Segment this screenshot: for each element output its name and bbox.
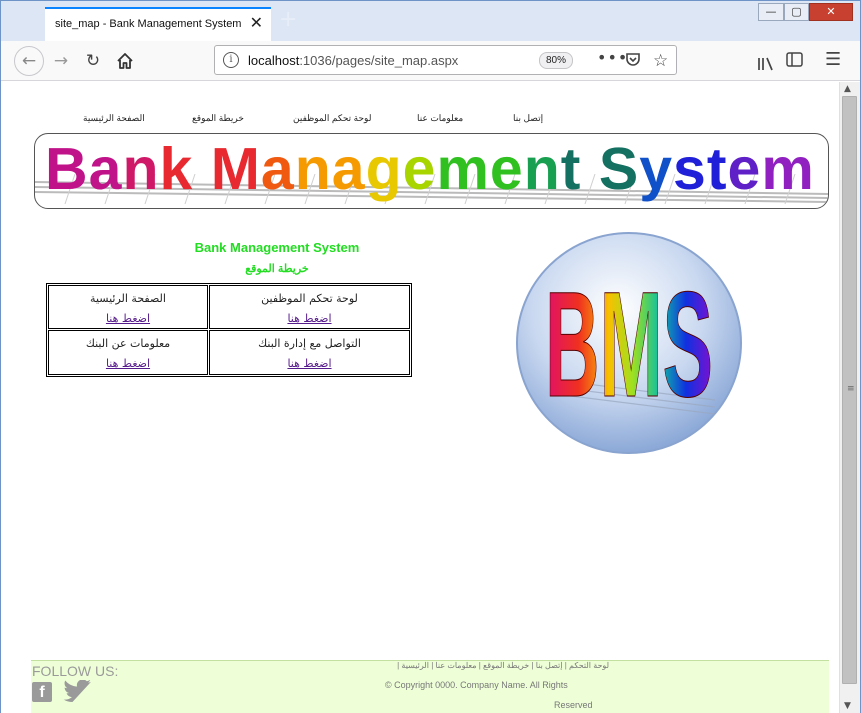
click-here-link[interactable]: اضغط هنا	[210, 357, 409, 370]
cell-label: لوحة تحكم الموظفين	[261, 292, 358, 305]
scroll-down-arrow-icon[interactable]: ▼	[844, 701, 851, 711]
banner-letter: S	[598, 136, 640, 202]
active-tab[interactable]: site_map - Bank Management System ✕	[45, 7, 271, 41]
menu-link-about[interactable]: معلومات عنا	[417, 113, 463, 124]
copyright-text: © Copyright 0000. Company Name. All Righ…	[385, 680, 568, 690]
banner-letter: n	[294, 136, 332, 202]
close-tab-icon[interactable]: ✕	[250, 15, 263, 31]
bms-logo-text: BMS	[545, 260, 713, 428]
url-path: :1036/pages/site_map.aspx	[299, 53, 459, 68]
facebook-icon[interactable]: f	[32, 682, 52, 702]
banner-letter: k	[159, 136, 194, 202]
cell-label: التواصل مع إدارة البنك	[258, 337, 361, 350]
page-footer: FOLLOW US: f لوحة التحكم | إتصل بنا | خر…	[31, 660, 829, 713]
banner-letter: e	[402, 136, 437, 202]
banner-letter: a	[260, 136, 295, 202]
page-title: Bank Management System	[194, 240, 360, 255]
banner-letter: a	[88, 136, 123, 202]
pocket-icon[interactable]	[625, 51, 641, 71]
page-subtitle: خريطة الموقع	[245, 263, 309, 275]
banner-letter: m	[436, 136, 490, 202]
cell-label: معلومات عن البنك	[85, 337, 171, 350]
reload-icon[interactable]: ↻	[81, 49, 105, 73]
banner-letter: s	[673, 136, 707, 202]
scroll-up-arrow-icon[interactable]: ▲	[844, 84, 851, 94]
banner-letter: B	[45, 136, 89, 202]
menu-link-home[interactable]: الصفحة الرئيسية	[83, 113, 145, 124]
banner-title: Bank Management System	[45, 136, 815, 202]
menu-link-dashboard[interactable]: لوحة تحكم الموظفين	[293, 113, 371, 124]
banner-letter: a	[331, 136, 366, 202]
menu-link-site-map[interactable]: خريطة الموقع	[192, 113, 244, 124]
site-map-cell-dashboard: لوحة تحكم الموظفين اضغط هنا	[209, 285, 410, 329]
banner-letter	[193, 136, 210, 202]
scroll-grip-icon: ≡	[847, 384, 855, 394]
info-icon[interactable]: i	[223, 52, 239, 68]
back-arrow-icon[interactable]: ←	[14, 46, 44, 76]
site-banner: Bank Management System	[34, 133, 829, 209]
navigation-toolbar: ← → ↻ i localhost:1036/pages/site_map.as…	[1, 41, 860, 81]
zoom-level-badge[interactable]: 80%	[539, 52, 573, 69]
tab-title: site_map - Bank Management System	[55, 18, 242, 30]
url-host: localhost	[248, 53, 300, 68]
cell-label: الصفحة الرئيسية	[90, 292, 166, 305]
sidebar-icon[interactable]	[786, 52, 803, 71]
bookmark-star-icon[interactable]: ☆	[653, 51, 668, 71]
hamburger-menu-icon[interactable]: ☰	[825, 49, 841, 70]
twitter-icon[interactable]	[63, 680, 93, 704]
close-window-button[interactable]: ✕	[809, 3, 853, 21]
banner-letter: t	[560, 136, 582, 202]
page-content: إتصل بنا معلومات عنا لوحة تحكم الموظفين …	[1, 82, 839, 713]
bms-logo: BMS	[516, 232, 742, 454]
banner-letter: n	[122, 136, 160, 202]
minimize-button[interactable]: —	[758, 3, 784, 21]
site-map-cell-contact: التواصل مع إدارة البنك اضغط هنا	[209, 330, 410, 375]
click-here-link[interactable]: اضغط هنا	[49, 312, 207, 325]
reserved-text: Reserved	[554, 700, 593, 710]
banner-letter: m	[761, 136, 815, 202]
banner-letter: n	[523, 136, 561, 202]
tab-bar: site_map - Bank Management System ✕ + — …	[1, 1, 860, 41]
browser-window: site_map - Bank Management System ✕ + — …	[0, 0, 861, 713]
forward-arrow-icon[interactable]: →	[49, 49, 73, 73]
click-here-link[interactable]: اضغط هنا	[210, 312, 409, 325]
address-bar[interactable]: i localhost:1036/pages/site_map.aspx 80%…	[214, 45, 677, 75]
site-map-table: لوحة تحكم الموظفين اضغط هنا الصفحة الرئي…	[46, 283, 412, 377]
scrollbar-thumb[interactable]: ≡	[842, 96, 857, 684]
click-here-link[interactable]: اضغط هنا	[49, 357, 207, 370]
maximize-button[interactable]: ▢	[784, 3, 809, 21]
url-text: localhost:1036/pages/site_map.aspx	[248, 53, 458, 68]
banner-letter: e	[489, 136, 524, 202]
new-tab-button[interactable]: +	[279, 9, 297, 31]
banner-letter: t	[706, 136, 728, 202]
banner-letter: g	[365, 136, 403, 202]
vertical-scrollbar[interactable]: ▲ ≡ ▼	[839, 82, 860, 713]
library-icon[interactable]	[757, 56, 775, 76]
footer-links[interactable]: لوحة التحكم | إتصل بنا | خريطة الموقع | …	[369, 661, 609, 670]
banner-letter: M	[210, 136, 261, 202]
menu-link-contact[interactable]: إتصل بنا	[513, 113, 543, 124]
home-icon[interactable]	[113, 49, 137, 73]
banner-letter: y	[639, 136, 674, 202]
follow-us-label: FOLLOW US:	[32, 663, 119, 679]
banner-letter	[581, 136, 598, 202]
site-map-cell-home: الصفحة الرئيسية اضغط هنا	[48, 285, 208, 329]
banner-letter: e	[727, 136, 762, 202]
site-map-cell-about: معلومات عن البنك اضغط هنا	[48, 330, 208, 375]
more-icon[interactable]: •••	[597, 48, 628, 67]
